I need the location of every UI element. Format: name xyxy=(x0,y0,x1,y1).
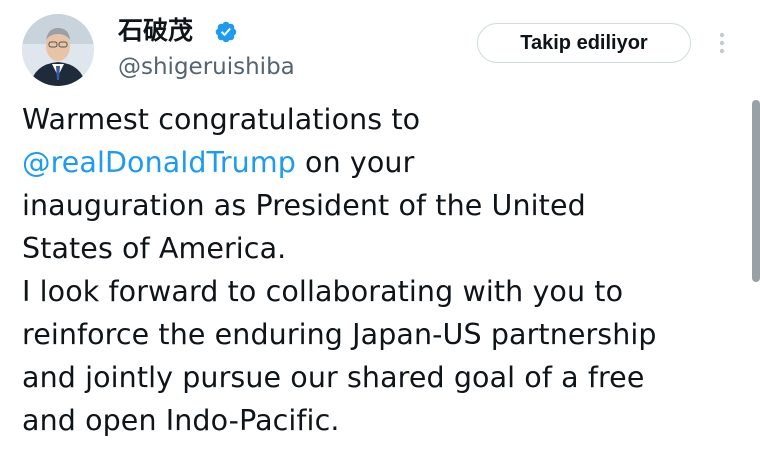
tweet-line: @realDonaldTrump on your xyxy=(22,141,742,184)
tweet-text: Warmest congratulations to @realDonaldTr… xyxy=(22,98,742,442)
tweet-line: and jointly pursue our shared goal of a … xyxy=(22,361,645,394)
tweet-line: I look forward to collaborating with you… xyxy=(22,275,624,308)
avatar[interactable] xyxy=(22,14,94,86)
more-vertical-icon[interactable] xyxy=(714,30,730,56)
tweet-line: States of America. xyxy=(22,232,287,265)
tweet-line: inauguration as President of the United xyxy=(22,189,586,222)
mention-link[interactable]: @realDonaldTrump xyxy=(22,146,296,179)
scrollbar[interactable] xyxy=(752,100,760,282)
following-button[interactable]: Takip ediliyor xyxy=(477,23,691,63)
tweet-header: 石破茂 @shigeruishiba Takip ediliyor xyxy=(0,0,760,96)
display-name[interactable]: 石破茂 xyxy=(118,14,193,48)
tweet-line: and open Indo-Pacific. xyxy=(22,404,340,437)
user-handle[interactable]: @shigeruishiba xyxy=(118,52,295,82)
tweet-line: Warmest congratulations to xyxy=(22,103,421,136)
tweet-line-text: on your xyxy=(295,146,415,179)
verified-badge-icon xyxy=(215,21,237,43)
tweet-line: reinforce the enduring Japan-US partners… xyxy=(22,318,657,351)
